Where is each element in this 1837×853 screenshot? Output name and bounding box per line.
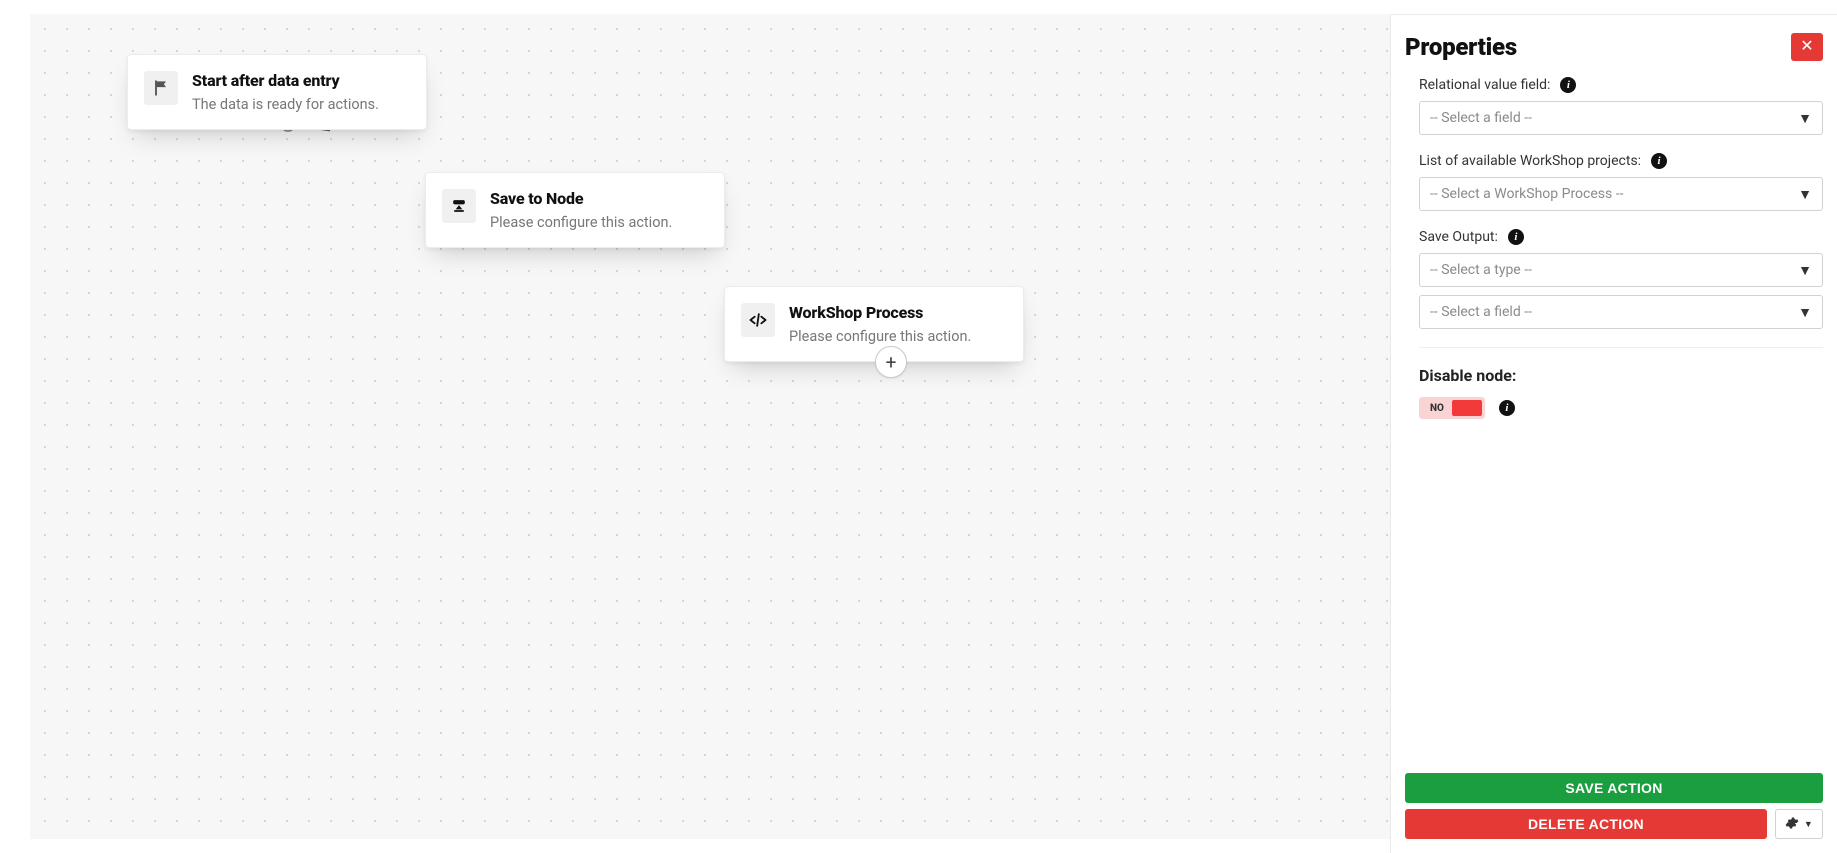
node-start-after-data-entry[interactable]: Start after data entry The data is ready… bbox=[127, 54, 427, 130]
flag-icon bbox=[144, 71, 178, 105]
chevron-down-icon: ▼ bbox=[1798, 304, 1812, 321]
toggle-state-text: NO bbox=[1422, 403, 1452, 414]
save-output-field-select[interactable]: -- Select a field -- ▼ bbox=[1419, 295, 1823, 329]
node-title: Start after data entry bbox=[192, 71, 379, 90]
info-icon[interactable]: i bbox=[1499, 400, 1515, 416]
select-placeholder: -- Select a WorkShop Process -- bbox=[1430, 186, 1623, 202]
gear-icon bbox=[1785, 816, 1799, 833]
workflow-canvas[interactable]: Start after data entry The data is ready… bbox=[30, 14, 1390, 839]
node-subtitle: Please configure this action. bbox=[789, 328, 971, 345]
info-icon[interactable]: i bbox=[1560, 77, 1576, 93]
node-title: Save to Node bbox=[490, 189, 672, 208]
workshop-projects-label: List of available WorkShop projects: bbox=[1419, 153, 1641, 169]
button-label: DELETE ACTION bbox=[1528, 816, 1644, 832]
disable-node-label: Disable node: bbox=[1419, 366, 1823, 385]
caret-down-icon: ▼ bbox=[1804, 819, 1813, 829]
select-placeholder: -- Select a field -- bbox=[1430, 110, 1532, 126]
save-action-button[interactable]: SAVE ACTION bbox=[1405, 773, 1823, 803]
select-placeholder: -- Select a type -- bbox=[1430, 262, 1532, 278]
divider bbox=[1419, 347, 1823, 348]
node-save-to-node[interactable]: Save to Node Please configure this actio… bbox=[425, 172, 725, 248]
button-label: SAVE ACTION bbox=[1565, 780, 1662, 796]
node-title: WorkShop Process bbox=[789, 303, 971, 322]
code-icon bbox=[741, 303, 775, 337]
disable-node-toggle[interactable]: NO bbox=[1419, 397, 1485, 419]
node-subtitle: Please configure this action. bbox=[490, 214, 672, 231]
download-tray-icon bbox=[442, 189, 476, 223]
workshop-process-select[interactable]: -- Select a WorkShop Process -- ▼ bbox=[1419, 177, 1823, 211]
node-workshop-process[interactable]: WorkShop Process Please configure this a… bbox=[724, 286, 1024, 362]
delete-action-button[interactable]: DELETE ACTION bbox=[1405, 809, 1767, 839]
add-node-button[interactable]: + bbox=[875, 346, 907, 378]
toggle-knob bbox=[1452, 400, 1482, 416]
relational-value-label: Relational value field: bbox=[1419, 77, 1550, 93]
save-output-label: Save Output: bbox=[1419, 229, 1498, 245]
info-icon[interactable]: i bbox=[1508, 229, 1524, 245]
relational-value-select[interactable]: -- Select a field -- ▼ bbox=[1419, 101, 1823, 135]
close-button[interactable]: ✕ bbox=[1791, 33, 1823, 61]
info-icon[interactable]: i bbox=[1651, 153, 1667, 169]
save-output-type-select[interactable]: -- Select a type -- ▼ bbox=[1419, 253, 1823, 287]
chevron-down-icon: ▼ bbox=[1798, 262, 1812, 279]
chevron-down-icon: ▼ bbox=[1798, 110, 1812, 127]
close-icon: ✕ bbox=[1800, 39, 1813, 55]
chevron-down-icon: ▼ bbox=[1798, 186, 1812, 203]
select-placeholder: -- Select a field -- bbox=[1430, 304, 1532, 320]
node-subtitle: The data is ready for actions. bbox=[192, 96, 379, 113]
action-settings-button[interactable]: ▼ bbox=[1775, 809, 1823, 839]
panel-title: Properties bbox=[1405, 33, 1517, 61]
properties-panel: Properties ✕ Relational value field: i -… bbox=[1390, 14, 1837, 853]
